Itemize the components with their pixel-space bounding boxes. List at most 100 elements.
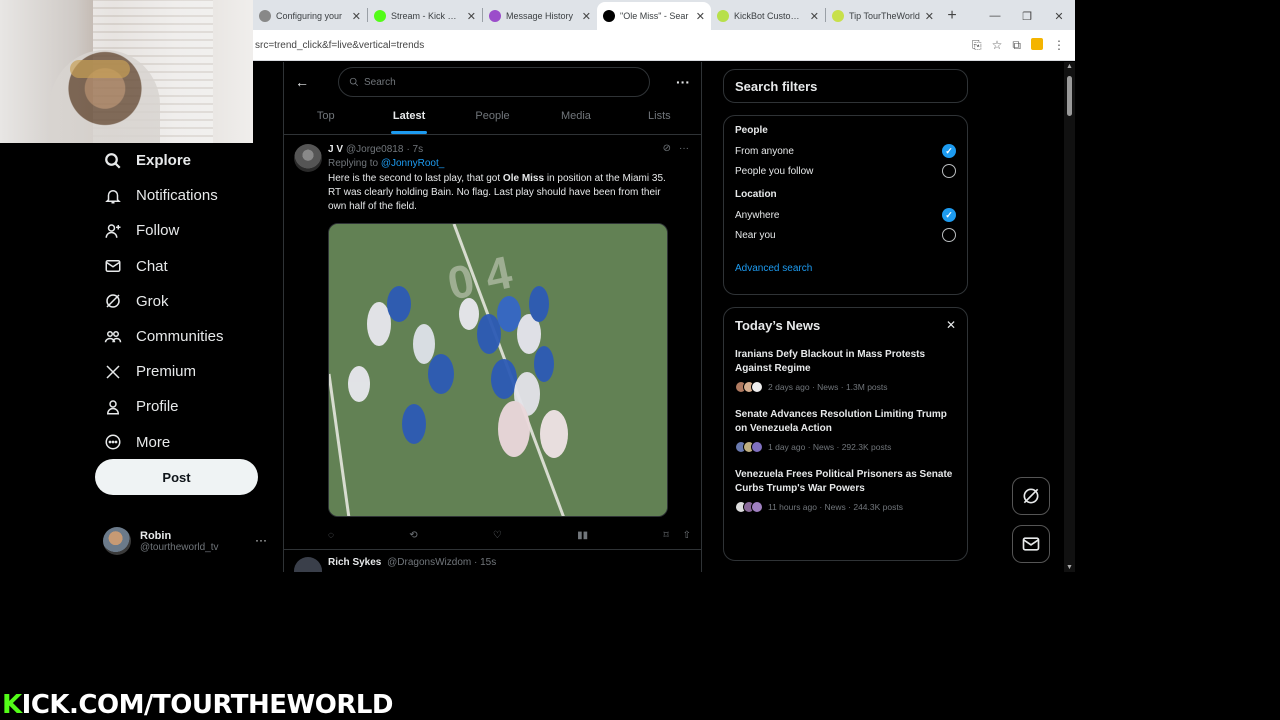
new-tab-button[interactable]: + <box>940 2 964 30</box>
nav-label: Explore <box>136 152 192 170</box>
minimize-icon[interactable]: — <box>979 10 1011 22</box>
bookmark-icon[interactable]: ⌑ <box>663 530 668 541</box>
search-placeholder: Search <box>364 76 396 88</box>
tab-favicon-icon <box>259 10 271 22</box>
close-icon[interactable]: ✕ <box>946 318 956 333</box>
grok-float-button[interactable] <box>1012 477 1050 515</box>
close-tab-icon[interactable]: ✕ <box>810 10 819 23</box>
search-tabs-icon[interactable]: ⧉ <box>1012 38 1021 53</box>
news-item[interactable]: Senate Advances Resolution Limiting Trum… <box>735 408 956 453</box>
replying-prefix: Replying to <box>328 158 379 169</box>
account-switcher[interactable]: Robin @tourtheworld_tv ··· <box>103 525 273 557</box>
more-dots-icon[interactable]: ··· <box>255 533 267 547</box>
replying-to-link[interactable]: @JonnyRoot_ <box>381 158 445 169</box>
close-tab-icon[interactable]: ✕ <box>582 10 591 23</box>
replying-to: Replying to @JonnyRoot_ <box>328 158 691 169</box>
tweet-author-name[interactable]: J V <box>328 144 343 155</box>
browser-tab[interactable]: KickBot Custom C ✕ <box>711 2 825 30</box>
nav-grok[interactable]: Grok <box>95 284 285 319</box>
nav-notifications[interactable]: Notifications <box>95 178 285 213</box>
tweet[interactable]: J V @Jorge0818 · 7s ⊘ ··· Replying to @J… <box>284 135 701 550</box>
checked-radio-icon[interactable]: ✓ <box>942 144 956 158</box>
scroll-up-icon[interactable]: ▲ <box>1066 63 1073 70</box>
share-icon[interactable]: ⇧ <box>683 530 691 541</box>
filter-group-label: Location <box>735 189 777 200</box>
views-icon[interactable]: ▮▮ <box>577 530 588 541</box>
bookmark-star-icon[interactable]: ☆ <box>992 38 1003 53</box>
tweet-video[interactable]: 0 4 <box>328 223 668 517</box>
browser-tab-active[interactable]: "Ole Miss" - Sear ✕ <box>597 2 711 30</box>
retweet-icon[interactable]: ⟲ <box>409 530 417 541</box>
browser-tab[interactable]: Message History ✕ <box>483 2 597 30</box>
scroll-down-icon[interactable]: ▼ <box>1066 564 1073 571</box>
news-item[interactable]: Venezuela Frees Political Prisoners as S… <box>735 468 956 513</box>
tweet-author-handle[interactable]: @DragonsWizdom <box>387 557 471 568</box>
close-window-icon[interactable]: ✕ <box>1043 10 1075 23</box>
browser-tab-strip: Configuring your ✕ Stream - Kick Das ✕ Mes… <box>253 0 1075 30</box>
filter-option-anywhere[interactable]: Anywhere ✓ <box>735 205 956 225</box>
messages-float-button[interactable] <box>1012 525 1050 563</box>
filter-option-from-anyone[interactable]: From anyone ✓ <box>735 141 956 161</box>
tab-lists[interactable]: Lists <box>618 98 701 134</box>
page-scrollbar[interactable]: ▲ ▼ <box>1064 62 1075 572</box>
close-tab-icon[interactable]: ✕ <box>467 10 476 23</box>
more-dots-icon[interactable]: ··· <box>676 74 690 90</box>
grok-icon[interactable]: ⊘ <box>663 143 671 154</box>
filter-option-people-you-follow[interactable]: People you follow <box>735 161 956 181</box>
news-meta-text: 11 hours ago · News · 244.3K posts <box>768 502 903 512</box>
tweet-author-name[interactable]: Rich Sykes <box>328 557 381 568</box>
nav-more[interactable]: More <box>95 425 285 460</box>
x-favicon-icon <box>603 10 615 22</box>
radio-icon[interactable] <box>942 164 956 178</box>
window-controls: — ❐ ✕ <box>979 2 1075 30</box>
news-headline: Venezuela Frees Political Prisoners as S… <box>735 469 953 494</box>
checked-radio-icon[interactable]: ✓ <box>942 208 956 222</box>
browser-menu-icon[interactable]: ⋮ <box>1053 38 1065 53</box>
tweet-tools: ⊘ ··· <box>663 143 689 154</box>
url-field[interactable]: src=trend_click&f=live&vertical=trends <box>253 40 972 51</box>
avatar[interactable] <box>294 144 322 172</box>
browser-tab[interactable]: Stream - Kick Das ✕ <box>368 2 482 30</box>
tab-top[interactable]: Top <box>284 98 367 134</box>
radio-icon[interactable] <box>942 228 956 242</box>
avatar[interactable] <box>294 557 322 572</box>
tweet-author-handle[interactable]: @Jorge0818 <box>346 144 403 155</box>
post-button[interactable]: Post <box>95 459 258 495</box>
nav-communities[interactable]: Communities <box>95 319 285 354</box>
nav-chat[interactable]: Chat <box>95 249 285 284</box>
browser-tab[interactable]: Tip TourTheWorld ✕ <box>826 2 940 30</box>
install-app-icon[interactable]: ⎘ <box>972 38 982 53</box>
news-item[interactable]: Iranians Defy Blackout in Mass Protests … <box>735 348 956 393</box>
like-icon[interactable]: ♡ <box>493 530 502 541</box>
restore-icon[interactable]: ❐ <box>1011 10 1043 23</box>
more-dots-icon[interactable]: ··· <box>679 143 689 154</box>
scroll-thumb[interactable] <box>1067 76 1072 116</box>
reply-icon[interactable]: ◌ <box>328 530 334 541</box>
tweet-header: J V @Jorge0818 · 7s <box>328 143 691 156</box>
search-input[interactable]: Search <box>338 67 650 97</box>
nav-profile[interactable]: Profile <box>95 389 285 424</box>
tweet-actions-right: ⌑ ⇧ <box>663 530 691 541</box>
kick-favicon-icon <box>374 10 386 22</box>
nav-premium[interactable]: Premium <box>95 354 285 389</box>
tab-people[interactable]: People <box>451 98 534 134</box>
tweet[interactable]: Rich Sykes @DragonsWizdom · 15s <box>284 550 701 572</box>
avatar-stack <box>735 381 763 393</box>
filter-option-near-you[interactable]: Near you <box>735 225 956 245</box>
news-meta: 1 day ago · News · 292.3K posts <box>735 441 956 453</box>
close-tab-icon[interactable]: ✕ <box>696 10 705 23</box>
tab-media[interactable]: Media <box>534 98 617 134</box>
nav-follow[interactable]: Follow <box>95 213 285 248</box>
advanced-search-link[interactable]: Advanced search <box>735 263 956 274</box>
filter-option-label: Near you <box>735 229 776 241</box>
close-tab-icon[interactable]: ✕ <box>925 10 934 23</box>
browser-tab[interactable]: Configuring your ✕ <box>253 2 367 30</box>
message-favicon-icon <box>489 10 501 22</box>
extension-icon[interactable] <box>1031 37 1043 50</box>
close-tab-icon[interactable]: ✕ <box>352 10 361 23</box>
avatar <box>103 527 131 555</box>
toolbar-icons: ⎘ ☆ ⧉ ⋮ <box>972 37 1075 53</box>
nav-explore[interactable]: Explore <box>95 143 285 178</box>
back-arrow-icon[interactable]: ← <box>284 74 320 90</box>
tab-latest[interactable]: Latest <box>367 98 450 134</box>
